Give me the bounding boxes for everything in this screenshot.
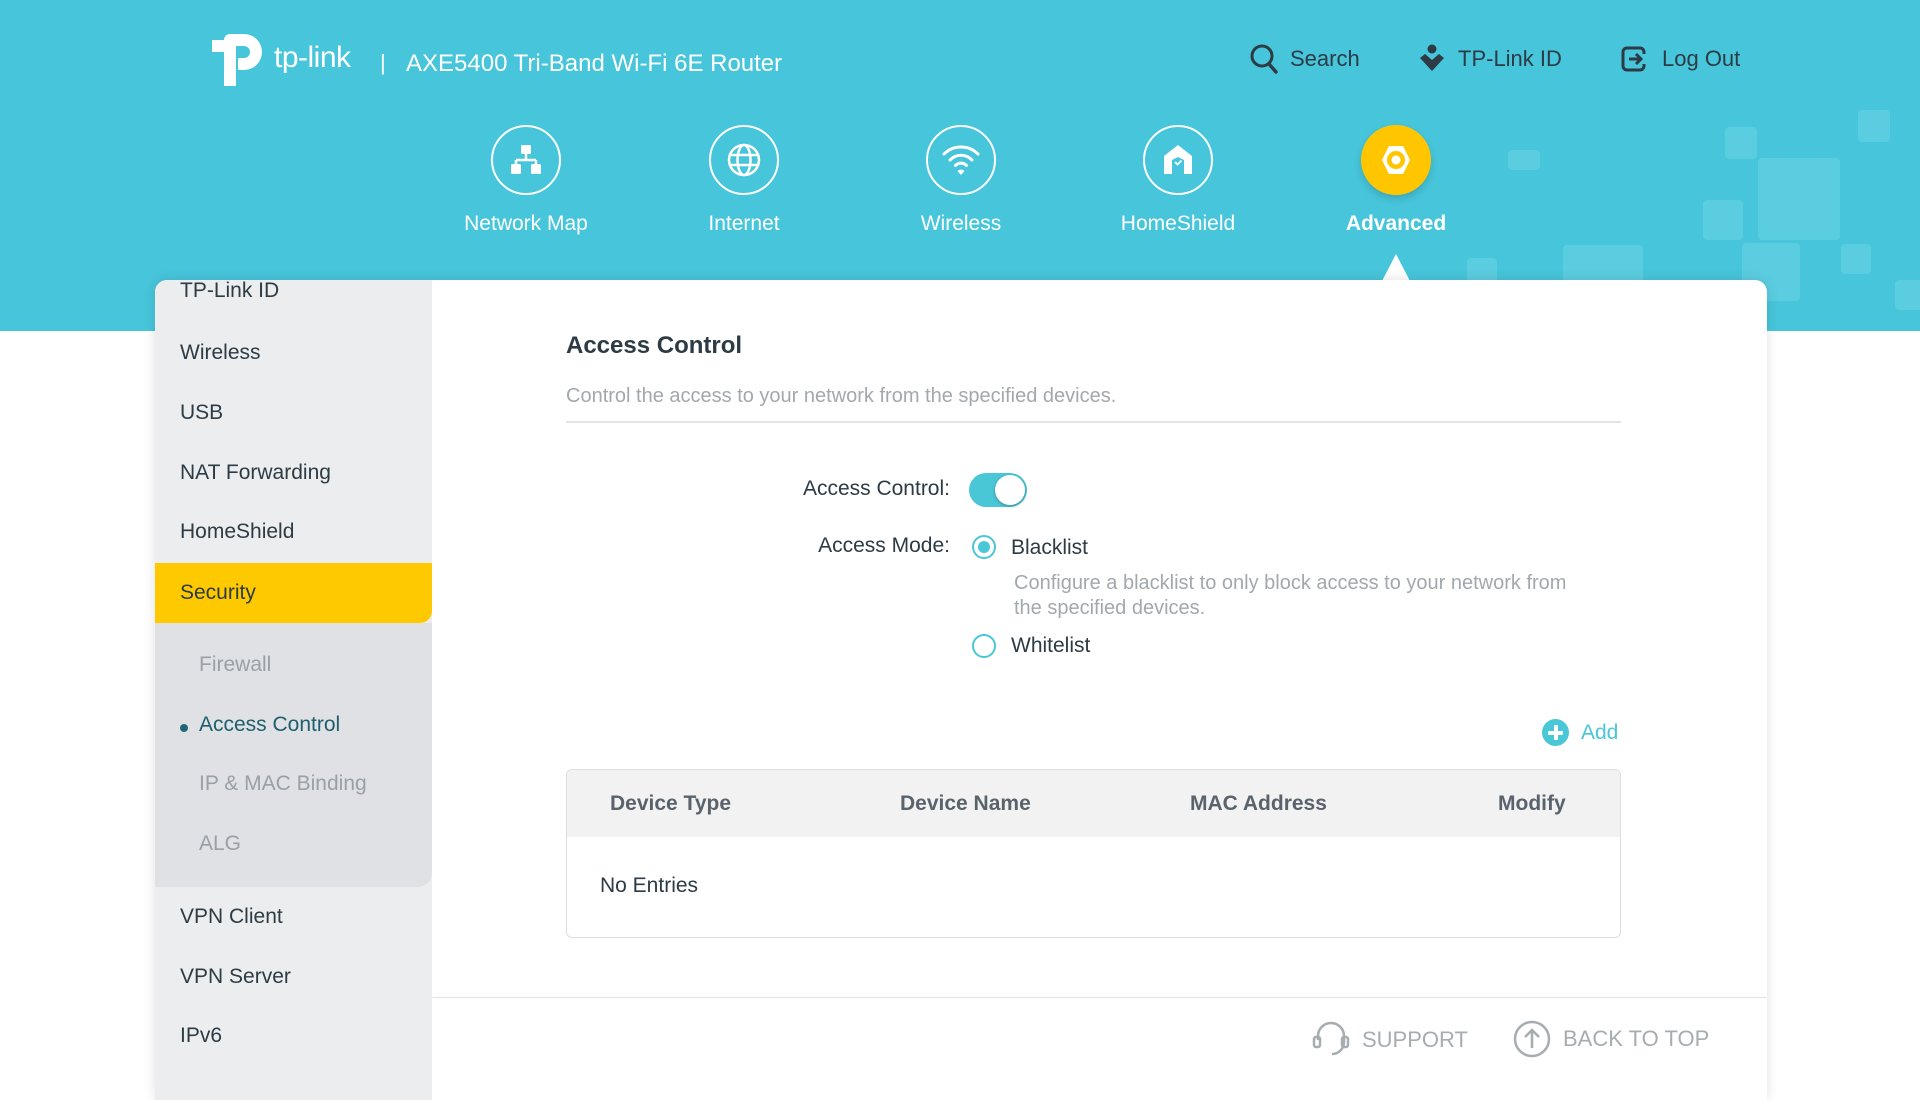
submenu-item-ip-mac-binding[interactable]: IP & MAC Binding xyxy=(199,772,367,796)
page-title: Access Control xyxy=(566,332,743,359)
access-control-label: Access Control: xyxy=(802,477,950,500)
network-map-icon xyxy=(491,125,561,195)
support-link[interactable]: SUPPORT xyxy=(1312,1020,1468,1060)
nav-tab-advanced[interactable]: Advanced xyxy=(1306,125,1486,236)
column-modify: Modify xyxy=(1498,792,1566,815)
search-icon xyxy=(1250,44,1278,74)
active-tab-pointer xyxy=(1382,254,1410,281)
table-header: Device Type Device Name MAC Address Modi… xyxy=(567,770,1620,837)
access-control-toggle[interactable] xyxy=(969,473,1027,507)
decor-square xyxy=(1508,150,1540,170)
column-device-type: Device Type xyxy=(610,792,732,815)
column-device-name: Device Name xyxy=(900,792,1031,815)
device-table: Device Type Device Name MAC Address Modi… xyxy=(566,769,1621,938)
sidebar-item-label: Security xyxy=(180,581,256,604)
submenu-item-alg[interactable]: ALG xyxy=(199,832,241,856)
sidebar-item-ipv6[interactable]: IPv6 xyxy=(180,1024,222,1048)
blacklist-label[interactable]: Blacklist xyxy=(1011,536,1088,560)
toggle-knob xyxy=(995,475,1025,505)
tplink-id-link[interactable]: TP-Link ID xyxy=(1418,44,1562,74)
add-label: Add xyxy=(1581,720,1619,744)
decor-square xyxy=(1563,245,1643,285)
decor-square xyxy=(1758,158,1840,240)
decor-square xyxy=(1858,110,1890,142)
tplink-id-label: TP-Link ID xyxy=(1458,46,1562,71)
content-card: TP-Link ID Wireless USB NAT Forwarding H… xyxy=(155,280,1767,1100)
decor-square xyxy=(1703,200,1743,240)
footer-divider xyxy=(432,997,1767,998)
sidebar-item-vpn-client[interactable]: VPN Client xyxy=(180,905,283,929)
decor-square xyxy=(1895,280,1920,310)
nav-label: Wireless xyxy=(920,212,1002,235)
nav-label: HomeShield xyxy=(1120,212,1236,235)
internet-globe-icon xyxy=(709,125,779,195)
nav-label: Network Map xyxy=(464,212,588,235)
sidebar-item-nat-forwarding[interactable]: NAT Forwarding xyxy=(180,461,331,485)
nav-label: Internet xyxy=(708,212,780,235)
add-plus-icon xyxy=(1542,719,1569,746)
support-label: SUPPORT xyxy=(1362,1027,1468,1052)
sidebar-item-security[interactable]: Security xyxy=(155,563,432,623)
column-mac-address: MAC Address xyxy=(1190,792,1327,815)
back-to-top-label: BACK TO TOP xyxy=(1563,1026,1710,1051)
sidebar: TP-Link ID Wireless USB NAT Forwarding H… xyxy=(155,280,432,1100)
add-button[interactable]: Add xyxy=(1542,719,1618,746)
decor-square xyxy=(1841,244,1871,274)
sidebar-item-vpn-server[interactable]: VPN Server xyxy=(180,965,291,989)
nav-tab-network-map[interactable]: Network Map xyxy=(436,125,616,236)
security-submenu: Firewall Access Control IP & MAC Binding… xyxy=(155,623,432,887)
tplink-logo[interactable]: tp-link xyxy=(208,28,351,88)
blacklist-radio[interactable] xyxy=(972,535,996,559)
nav-tab-homeshield[interactable]: HomeShield xyxy=(1088,125,1268,236)
tplink-logo-icon xyxy=(212,34,262,86)
blacklist-description: Configure a blacklist to only block acce… xyxy=(1014,572,1567,619)
logo-text: tp-link xyxy=(274,41,351,74)
logout-icon xyxy=(1621,46,1646,72)
back-to-top-link[interactable]: BACK TO TOP xyxy=(1513,1020,1709,1058)
logout-label: Log Out xyxy=(1662,46,1741,71)
sidebar-item-wireless[interactable]: Wireless xyxy=(180,341,261,365)
headset-icon xyxy=(1312,1021,1350,1056)
current-item-dot xyxy=(180,724,188,732)
nav-tab-wireless[interactable]: Wireless xyxy=(871,125,1051,236)
sidebar-item-homeshield[interactable]: HomeShield xyxy=(180,520,294,544)
whitelist-label[interactable]: Whitelist xyxy=(1011,634,1090,658)
divider xyxy=(566,421,1621,423)
sidebar-item-usb[interactable]: USB xyxy=(180,401,223,425)
submenu-item-firewall[interactable]: Firewall xyxy=(199,653,271,677)
nav-tab-internet[interactable]: Internet xyxy=(654,125,834,236)
search-link[interactable]: Search xyxy=(1250,44,1360,74)
tplink-id-icon xyxy=(1420,44,1444,71)
sidebar-item-tplink-id[interactable]: TP-Link ID xyxy=(180,280,279,303)
router-model-title: AXE5400 Tri-Band Wi-Fi 6E Router xyxy=(406,50,783,77)
no-entries-text: No Entries xyxy=(600,874,699,897)
advanced-gear-icon xyxy=(1361,125,1431,195)
access-mode-label: Access Mode: xyxy=(818,534,950,557)
homeshield-icon xyxy=(1143,125,1213,195)
decor-square xyxy=(1725,127,1757,159)
submenu-item-access-control[interactable]: Access Control xyxy=(199,713,340,737)
page-description: Control the access to your network from … xyxy=(566,385,1117,407)
wifi-icon xyxy=(926,125,996,195)
logout-link[interactable]: Log Out xyxy=(1620,44,1740,74)
search-label: Search xyxy=(1290,46,1360,71)
title-separator: | xyxy=(380,50,386,75)
nav-label: Advanced xyxy=(1345,212,1447,235)
whitelist-radio[interactable] xyxy=(972,634,996,658)
arrow-up-circle-icon xyxy=(1513,1020,1551,1058)
